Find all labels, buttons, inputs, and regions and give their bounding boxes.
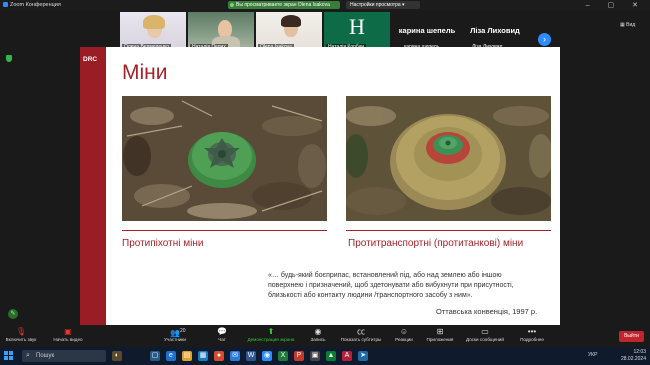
- clock[interactable]: 12:03 28.02.2024: [621, 349, 646, 363]
- task-view-icon[interactable]: ▢: [150, 351, 160, 361]
- excel-icon[interactable]: X: [278, 351, 288, 361]
- video-off-icon: ▣: [64, 327, 72, 336]
- share-screen-label: Демонстрация экрана: [247, 337, 295, 342]
- antipersonnel-caption: Протипіхотні міни: [122, 238, 204, 249]
- unmute-button[interactable]: 🎙 Включить звук: [2, 327, 40, 342]
- captions-label: Показать субтитры: [340, 337, 382, 342]
- record-label: Запись: [310, 337, 326, 342]
- start-button[interactable]: [4, 351, 14, 361]
- apps-label: Приложения: [426, 337, 454, 342]
- muted-mic-icon: 🎙: [16, 327, 27, 336]
- start-video-button[interactable]: ▣ Начать видео: [48, 327, 88, 342]
- whiteboards-button[interactable]: ▭ Доски сообщений: [462, 327, 508, 342]
- gallery-next-button[interactable]: ›: [538, 33, 551, 46]
- quote-source: Оттавська конвенція, 1997 р.: [436, 307, 538, 316]
- view-options-button[interactable]: Настройки просмотра ▾: [346, 1, 420, 9]
- view-label: Вид: [626, 22, 636, 28]
- whiteboard-icon: ▭: [481, 327, 489, 336]
- pdf-icon[interactable]: A: [342, 351, 352, 361]
- start-video-label: Начать видео: [53, 337, 83, 342]
- window-title: Zoom Конференция: [10, 2, 61, 8]
- participants-icon: 👥20: [170, 328, 186, 338]
- cc-icon: ㏄: [357, 327, 365, 336]
- chrome-icon[interactable]: ●: [214, 351, 224, 361]
- chat-label: Чат: [218, 337, 226, 342]
- widgets-icon[interactable]: ◐: [112, 351, 122, 361]
- windows-taskbar: ⌕ Пошук ◐ ▢ e ▤ ▦ ● ✉ W ◉ X P ▣ ▲ A ➤ УК…: [0, 347, 650, 365]
- participant-tile[interactable]: H Наталія Корбич: [324, 12, 390, 51]
- antitank-mine-photo: [346, 96, 551, 221]
- share-dot-icon: [230, 3, 234, 7]
- participant-tile[interactable]: Наталія Пелих: [188, 12, 254, 51]
- reactions-label: Реакции: [395, 337, 413, 342]
- participant-tile[interactable]: Ліза Лиховид Ліза Лиховид: [462, 12, 528, 51]
- leave-button[interactable]: Выйти: [619, 331, 644, 342]
- drc-logo: DRC: [83, 56, 98, 63]
- more-icon: •••: [527, 327, 537, 336]
- more-label: Подробнее: [520, 337, 544, 342]
- record-button[interactable]: ◉ Запись: [307, 327, 329, 342]
- participant-hair: [143, 15, 165, 29]
- participant-display-name: карина шепель: [398, 26, 456, 35]
- participants-label: Участники: [164, 337, 186, 342]
- participant-hair: [281, 15, 301, 27]
- participant-tile[interactable]: карина шепель карина шепель: [394, 12, 460, 51]
- clock-date: 28.02.2024: [620, 356, 646, 362]
- powerpoint-icon[interactable]: P: [294, 351, 304, 361]
- search-icon: ⌕: [26, 352, 30, 359]
- view-options-label: Настройки просмотра: [350, 2, 401, 8]
- participant-initial: H: [349, 14, 365, 39]
- participant-tile[interactable]: Олена Ведмеденко: [120, 12, 186, 51]
- share-status-pill[interactable]: Вы просматриваете экран Olena Isakova: [228, 1, 340, 9]
- apps-icon: ⊞: [436, 327, 444, 336]
- share-status-text: Вы просматриваете экран Olena Isakova: [236, 2, 330, 8]
- file-explorer-icon[interactable]: ▤: [182, 351, 192, 361]
- whiteboards-label: Доски сообщений: [466, 337, 504, 342]
- participant-display-name: Ліза Лиховид: [470, 26, 520, 35]
- view-button[interactable]: ▦ Вид: [620, 22, 635, 28]
- search-placeholder: Пошук: [36, 353, 55, 359]
- zoom-app-icon: [3, 2, 8, 7]
- shared-slide: DRC Міни Протипіхотні міни Протитранспор…: [80, 47, 560, 325]
- store-icon[interactable]: ▦: [198, 351, 208, 361]
- share-screen-button[interactable]: ⬆ Демонстрация экрана: [243, 327, 299, 342]
- right-caption-rule: [346, 230, 551, 231]
- chat-button[interactable]: 💬 Чат: [212, 327, 232, 342]
- telegram-icon[interactable]: ➤: [358, 351, 368, 361]
- chat-icon: 💬: [217, 327, 227, 336]
- edit-annotate-icon[interactable]: ✎: [8, 309, 18, 319]
- clock-time: 12:03: [633, 349, 646, 355]
- antitank-caption: Протитранспортні (протитанкові) міни: [348, 238, 524, 249]
- definition-quote: «… будь-який боєприпас, встановлений під…: [268, 272, 514, 299]
- participants-count: 20: [179, 328, 186, 334]
- share-screen-icon: ⬆: [267, 327, 275, 336]
- word-icon[interactable]: W: [246, 351, 256, 361]
- captions-button[interactable]: ㏄ Показать субтитры: [336, 327, 386, 342]
- meeting-toolbar: 🎙 Включить звук ▣ Начать видео 👥20 Участ…: [0, 325, 650, 347]
- participants-button[interactable]: 👥20 Участники: [158, 327, 192, 342]
- security-shield-icon[interactable]: [6, 55, 12, 62]
- app-icon[interactable]: ▣: [310, 351, 320, 361]
- slide-side-bar: [80, 47, 106, 325]
- left-caption-rule: [122, 230, 327, 231]
- reactions-button[interactable]: ☺ Реакции: [391, 327, 417, 342]
- window-controls[interactable]: – ▢ ✕: [586, 1, 646, 9]
- antipersonnel-mine-photo: [122, 96, 327, 221]
- mail-icon[interactable]: ✉: [230, 351, 240, 361]
- slide-title: Міни: [122, 61, 168, 84]
- apps-button[interactable]: ⊞ Приложения: [423, 327, 457, 342]
- taskbar-search[interactable]: ⌕ Пошук: [22, 350, 106, 362]
- record-icon: ◉: [314, 327, 322, 336]
- app-icon-2[interactable]: ▲: [326, 351, 336, 361]
- zoom-icon[interactable]: ◉: [262, 351, 272, 361]
- language-indicator[interactable]: УКР: [588, 352, 597, 358]
- edge-icon[interactable]: e: [166, 351, 176, 361]
- more-button[interactable]: ••• Подробнее: [517, 327, 547, 342]
- reactions-icon: ☺: [399, 327, 409, 336]
- unmute-label: Включить звук: [5, 337, 37, 342]
- participant-tile[interactable]: Olena Isakova: [256, 12, 322, 51]
